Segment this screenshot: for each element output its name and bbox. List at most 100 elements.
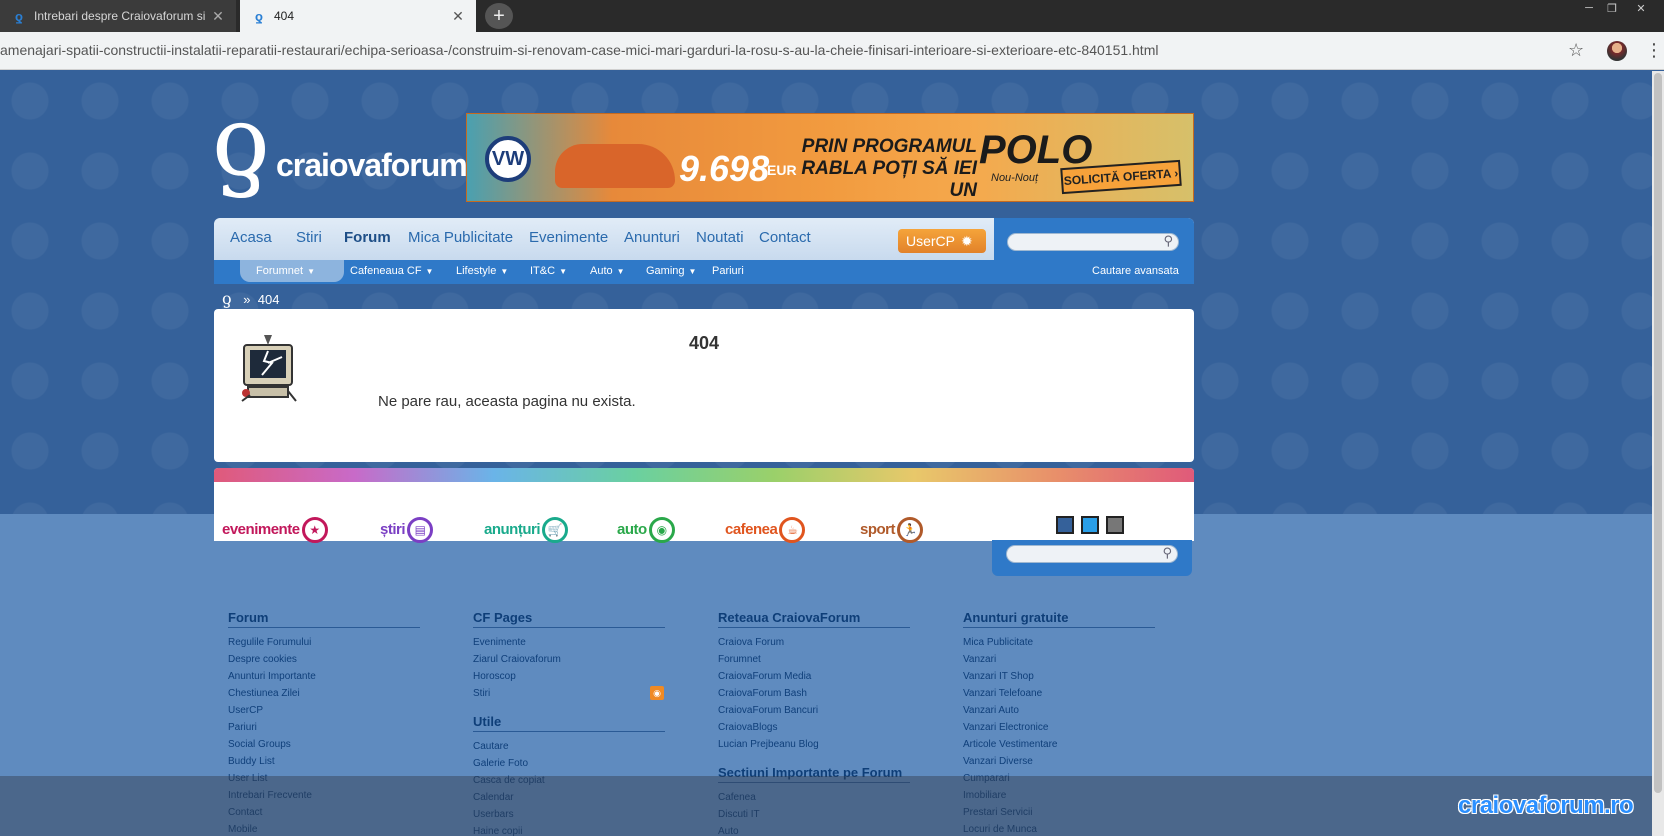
close-tab-icon[interactable]: ✕ — [450, 8, 466, 24]
footer-link[interactable]: Stiri — [473, 685, 665, 702]
nav-item-noutati[interactable]: Noutati — [696, 229, 744, 246]
subnav-item-cafeneaua[interactable]: Cafeneaua CF ▼ — [350, 265, 433, 277]
footer-link[interactable]: Anunturi Importante — [228, 668, 420, 685]
banner-ad[interactable]: VW 9.698 EUR PRIN PROGRAMUL RABLA POȚI S… — [466, 113, 1194, 202]
nav-item-evenimente[interactable]: Evenimente — [529, 229, 608, 246]
page-scrollbar[interactable] — [1652, 71, 1664, 836]
advanced-search-link[interactable]: Cautare avansata — [1092, 265, 1179, 277]
webpage: ƍ craiovaforum VW 9.698 EUR PRIN PROGRAM… — [0, 71, 1664, 836]
footer-link[interactable]: Social Groups — [228, 736, 420, 753]
footer-link[interactable]: Pariuri — [228, 719, 420, 736]
footer-link[interactable]: Vanzari Diverse — [963, 753, 1155, 770]
footer-link[interactable]: CraiovaForum Media — [718, 668, 910, 685]
theme-swatch-blue[interactable] — [1056, 516, 1074, 534]
footer-link[interactable]: Evenimente — [473, 634, 665, 651]
nav-item-contact[interactable]: Contact — [759, 229, 811, 246]
url-field[interactable]: amenajari-spatii-constructii-instalatii-… — [0, 42, 1560, 58]
chevron-down-icon: ▼ — [616, 267, 625, 276]
footer-link[interactable]: CraiovaBlogs — [718, 719, 910, 736]
footer-link[interactable]: Vanzari — [963, 651, 1155, 668]
site-logo[interactable]: ƍ craiovaforum — [212, 85, 468, 199]
subnav-item-forumnet[interactable]: Forumnet ▼ — [256, 265, 315, 277]
rainbow-band — [214, 468, 1194, 482]
footer-link[interactable]: Chestiunea Zilei — [228, 685, 420, 702]
new-tab-button[interactable]: + — [485, 3, 513, 29]
chevron-down-icon: ▼ — [688, 267, 697, 276]
craiovaforum-favicon-icon: ƍ — [255, 8, 263, 24]
section-sport-link[interactable]: sport 🏃 — [860, 517, 923, 543]
browser-menu-icon[interactable]: ⋮ — [1645, 38, 1663, 62]
search-icon[interactable]: ⚲ — [1162, 545, 1172, 561]
footer-link[interactable]: Regulile Forumului — [228, 634, 420, 651]
footer-column-title: CF Pages — [473, 610, 665, 628]
subnav-item-gaming[interactable]: Gaming ▼ — [646, 265, 696, 277]
breadcrumb: ƍ » 404 — [222, 289, 279, 308]
section-stiri-link[interactable]: știri ▤ — [380, 517, 434, 543]
rss-icon[interactable]: ◉ — [650, 686, 664, 700]
subnav-item-itc[interactable]: IT&C ▼ — [530, 265, 567, 277]
tab-title: Intrebari despre Craiovaforum si — [34, 9, 206, 23]
breadcrumb-separator: » — [243, 292, 251, 307]
banner-tagline: PRIN PROGRAMUL RABLA POȚI SĂ IEI UN — [801, 136, 977, 201]
section-evenimente-link[interactable]: evenimente ★ — [222, 517, 328, 543]
logo-mark-icon: ƍ — [212, 85, 270, 197]
section-auto-link[interactable]: auto ◉ — [617, 517, 675, 543]
usercp-label: UserCP — [906, 233, 956, 249]
footer-column-title: Anunturi gratuite — [963, 610, 1155, 628]
nav-item-anunturi[interactable]: Anunturi — [624, 229, 680, 246]
bookmark-star-icon[interactable]: ☆ — [1568, 40, 1584, 61]
subnav-item-lifestyle[interactable]: Lifestyle ▼ — [456, 265, 508, 277]
search-input[interactable]: ⚲ — [1007, 233, 1179, 251]
footer-link[interactable]: Vanzari Auto — [963, 702, 1155, 719]
tab-title: 404 — [274, 9, 295, 23]
footer-link[interactable]: Forumnet — [718, 651, 910, 668]
banner-currency: EUR — [767, 162, 797, 178]
footer-search-input[interactable]: ⚲ — [1006, 545, 1178, 563]
profile-avatar-icon[interactable] — [1607, 41, 1627, 61]
footer-link[interactable]: Craiova Forum — [718, 634, 910, 651]
footer-link[interactable]: Articole Vestimentare — [963, 736, 1155, 753]
footer-link[interactable]: UserCP — [228, 702, 420, 719]
footer-link[interactable]: Mica Publicitate — [963, 634, 1155, 651]
nav-item-acasa[interactable]: Acasa — [230, 229, 272, 246]
footer-link[interactable]: Vanzari Telefoane — [963, 685, 1155, 702]
theme-swatch-gray[interactable] — [1106, 516, 1124, 534]
close-tab-icon[interactable]: ✕ — [210, 8, 226, 24]
nav-item-stiri[interactable]: Stiri — [296, 229, 322, 246]
section-cafenea-link[interactable]: cafenea ☕ — [725, 517, 806, 543]
footer-link[interactable]: CraiovaForum Bash — [718, 685, 910, 702]
footer-column-title: Reteaua CraiovaForum — [718, 610, 910, 628]
browser-tab[interactable]: ƍ Intrebari despre Craiovaforum si ✕ — [0, 0, 236, 32]
nav-item-forum[interactable]: Forum — [344, 229, 391, 246]
search-icon[interactable]: ⚲ — [1163, 233, 1173, 249]
restore-window-button[interactable]: ❐ — [1601, 0, 1623, 16]
footer-link[interactable]: Lucian Prejbeanu Blog — [718, 736, 910, 753]
browser-tab-strip: ƍ Intrebari despre Craiovaforum si ✕ ƍ 4… — [0, 0, 1664, 32]
close-window-button[interactable]: ✕ — [1630, 0, 1652, 16]
nav-item-mica-publicitate[interactable]: Mica Publicitate — [408, 229, 513, 246]
breadcrumb-current: 404 — [257, 292, 280, 307]
section-anunturi-link[interactable]: anunțuri 🛒 — [484, 517, 568, 543]
address-bar: amenajari-spatii-constructii-instalatii-… — [0, 32, 1664, 70]
subnav-item-auto[interactable]: Auto ▼ — [590, 265, 625, 277]
footer-link[interactable]: Buddy List — [228, 753, 420, 770]
gear-icon: ✹ — [961, 232, 973, 249]
newspaper-icon: ▤ — [407, 517, 434, 543]
footer-link[interactable]: Ziarul Craiovaforum — [473, 651, 665, 668]
star-icon: ★ — [301, 517, 328, 543]
minimize-window-button[interactable]: ─ — [1578, 0, 1600, 16]
footer-link[interactable]: Cautare — [473, 738, 665, 755]
footer-link[interactable]: Galerie Foto — [473, 755, 665, 772]
footer-link[interactable]: Vanzari Electronice — [963, 719, 1155, 736]
footer-link[interactable]: CraiovaForum Bancuri — [718, 702, 910, 719]
scrollbar-thumb[interactable] — [1654, 73, 1662, 793]
bottom-overlay — [0, 776, 1664, 836]
browser-tab-active[interactable]: ƍ 404 ✕ — [240, 0, 476, 32]
subnav-item-pariuri[interactable]: Pariuri — [712, 265, 744, 277]
home-icon[interactable]: ƍ — [222, 289, 232, 308]
footer-link[interactable]: Vanzari IT Shop — [963, 668, 1155, 685]
usercp-button[interactable]: UserCP ✹ — [898, 229, 986, 253]
theme-swatch-light-blue[interactable] — [1081, 516, 1099, 534]
footer-link[interactable]: Horoscop — [473, 668, 665, 685]
footer-link[interactable]: Despre cookies — [228, 651, 420, 668]
